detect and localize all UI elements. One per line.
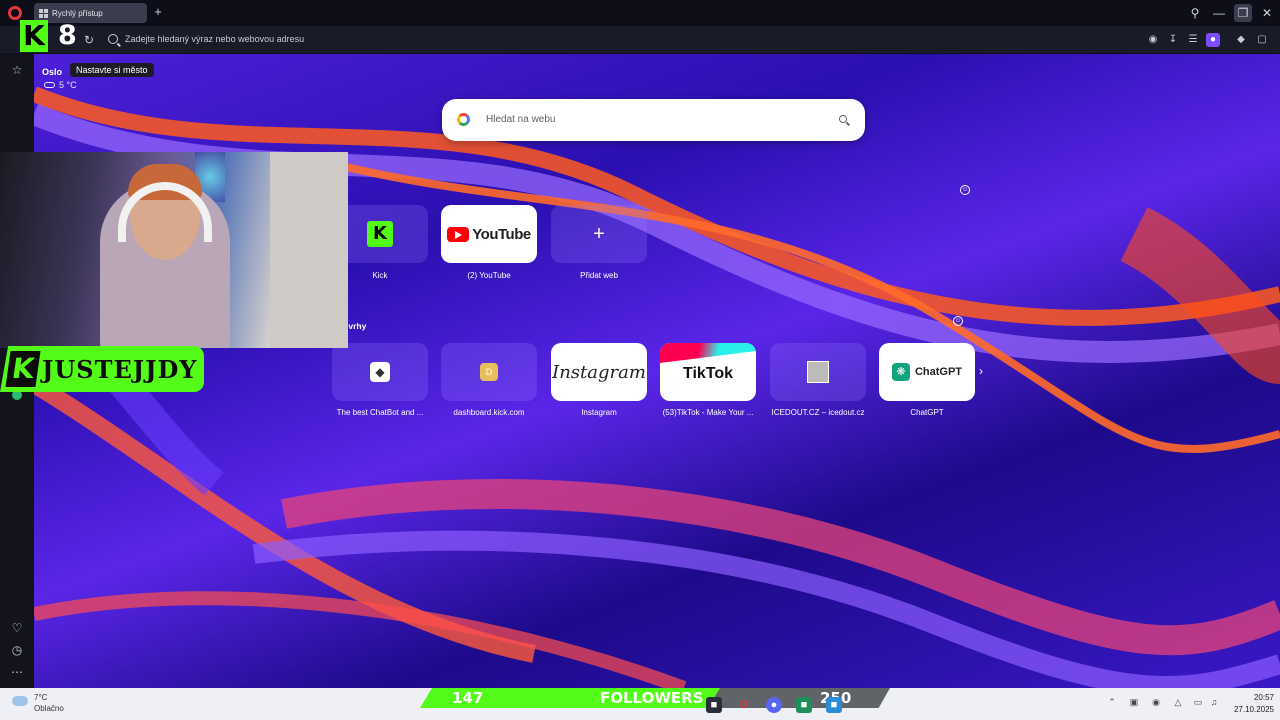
tab-speed-dial[interactable]: Rychlý přístup (34, 3, 147, 23)
clock-time[interactable]: 20:57 (1244, 693, 1274, 702)
image-icon (807, 361, 829, 383)
heart-icon[interactable]: ♡ (9, 620, 25, 636)
taskbar-weather-desc: Oblačno (34, 704, 64, 713)
cloud-icon[interactable] (12, 696, 28, 706)
taskbar-weather-temp: 7°C (34, 693, 48, 702)
cube-icon[interactable]: ▢ (1255, 33, 1269, 47)
tab-bar: Rychlý přístup + ⚲ — ❐ ✕ (0, 0, 1280, 26)
suggestions-heading: ivrhy (346, 321, 367, 331)
suggestion-kick-dashboard[interactable]: D (441, 343, 537, 401)
tray-icon[interactable]: ▣ (1128, 697, 1140, 711)
volume-icon[interactable]: ♫ (1208, 697, 1220, 711)
tile-label: ChatGPT (910, 408, 944, 417)
viewer-count: 8 (58, 20, 77, 51)
network-icon[interactable]: ◉ (1150, 697, 1162, 711)
kick-logo-icon: K (367, 221, 393, 247)
add-site-button[interactable]: + (551, 205, 647, 263)
suggestion-tiktok[interactable]: TikTok (660, 343, 756, 401)
tab-search-icon[interactable]: ⚲ (1186, 4, 1204, 22)
tile-label: (2) YouTube (467, 271, 511, 280)
google-icon (457, 113, 470, 126)
webcam-door (270, 152, 348, 348)
weather-tooltip: Nastavte si město (70, 63, 154, 77)
search-icon[interactable] (839, 115, 847, 123)
history-icon[interactable]: ◷ (9, 642, 25, 658)
speed-dial-youtube[interactable]: YouTube (441, 205, 537, 263)
app-icon[interactable]: ■ (706, 697, 722, 713)
tiktok-stripe (660, 343, 756, 363)
mic-icon[interactable]: △ (1172, 697, 1184, 711)
aria-icon[interactable]: ◆ (1234, 33, 1248, 47)
followers-goal-bar: 147 FOLLOWERS 250 (420, 688, 890, 708)
cloud-icon (44, 82, 55, 88)
display-icon[interactable]: ▭ (1192, 697, 1204, 711)
smiley-icon: ☺ (960, 185, 970, 195)
weather-temperature: 5 °C (44, 80, 77, 90)
openai-icon: ❋ (891, 363, 910, 381)
kick-overlay-icon: K (20, 20, 48, 52)
tile-label: The best ChatBot and ... (336, 408, 424, 417)
weather-temp-value: 5 °C (59, 80, 77, 90)
close-button[interactable]: ✕ (1258, 4, 1276, 22)
opera-logo-icon[interactable] (8, 6, 22, 20)
smiley-icon: ☺ (953, 316, 963, 326)
search-box[interactable]: Hledat na webu (442, 99, 865, 141)
tile-label: ICEDOUT.CZ – icedout.cz (771, 408, 865, 417)
streamer-name-tag: K JUSTEJJDY (0, 346, 204, 392)
minimize-button[interactable]: — (1210, 4, 1228, 22)
restore-button[interactable]: ❐ (1234, 4, 1252, 22)
camera-icon[interactable]: ◉ (1146, 33, 1160, 47)
app-icon[interactable]: ■ (826, 697, 842, 713)
search-icon (108, 34, 118, 44)
more-icon[interactable]: ⋯ (9, 664, 25, 680)
webcam-overlay (0, 152, 348, 348)
tile-label: Instagram (581, 408, 617, 417)
clock-date[interactable]: 27.10.2025 (1226, 705, 1274, 714)
weather-city[interactable]: Oslo (42, 65, 62, 79)
discord-icon[interactable]: ● (766, 697, 782, 713)
star-icon[interactable]: ☆ (9, 62, 25, 78)
chatbot-icon: ◆ (370, 362, 390, 382)
followers-current: 147 (452, 689, 484, 707)
suggestion-icedout[interactable] (770, 343, 866, 401)
streamer-name: JUSTEJJDY (42, 354, 198, 384)
tile-label: Přidat web (580, 271, 618, 280)
youtube-play-icon (447, 226, 470, 242)
followers-bar-track (700, 688, 890, 708)
tile-label: dashboard.kick.com (453, 408, 525, 417)
kick-k-icon: K (5, 351, 41, 387)
app-icon[interactable]: ■ (796, 697, 812, 713)
chevron-right-icon[interactable]: › (979, 364, 983, 378)
screen: Rychlý přístup + ⚲ — ❐ ✕ ↻ Zadejte hleda… (0, 0, 1280, 720)
wallpaper (34, 54, 1280, 688)
suggestion-chatgpt[interactable]: ❋ ChatGPT (879, 343, 975, 401)
tile-label: (53)TikTok - Make Your ... (662, 408, 754, 417)
reload-icon[interactable]: ↻ (84, 33, 94, 47)
tab-title: Rychlý přístup (52, 8, 103, 18)
dashboard-icon: D (480, 363, 498, 381)
tiktok-logo: TikTok (682, 365, 734, 382)
url-input[interactable]: Zadejte hledaný výraz nebo webovou adres… (125, 34, 304, 44)
profile-icon[interactable]: ● (1206, 33, 1220, 47)
grid-icon (39, 8, 48, 18)
download-icon[interactable]: ↧ (1166, 33, 1180, 47)
search-input[interactable]: Hledat na webu (486, 114, 556, 125)
address-bar: ↻ Zadejte hledaný výraz nebo webovou adr… (0, 26, 1280, 54)
opera-taskbar-icon[interactable]: O (736, 697, 752, 713)
instagram-logo: Instagram (552, 361, 646, 383)
menu-icon[interactable]: ☰ (1186, 33, 1200, 47)
new-tab-button[interactable]: + (152, 5, 164, 18)
plus-icon: + (593, 222, 605, 245)
suggestion-chatbot[interactable]: ◆ (332, 343, 428, 401)
wallpaper-waves (34, 86, 1280, 688)
chatgpt-logo: ❋ ChatGPT (891, 363, 962, 381)
followers-label: FOLLOWERS (600, 689, 704, 707)
suggestion-instagram[interactable]: Instagram (551, 343, 647, 401)
youtube-logo: YouTube (447, 226, 531, 243)
chevron-up-icon[interactable]: ⌃ (1106, 697, 1118, 711)
